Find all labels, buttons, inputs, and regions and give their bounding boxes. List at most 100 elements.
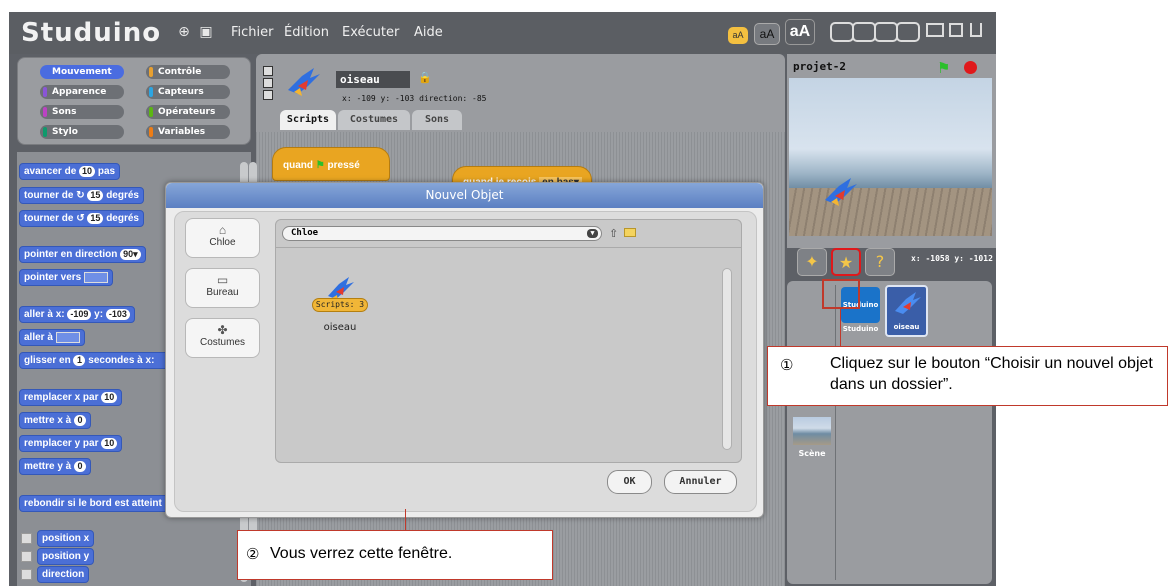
location-bureau[interactable]: ▭ Bureau: [185, 268, 260, 308]
sprite-thumb-oiseau[interactable]: oiseau: [885, 285, 928, 337]
parent-folder-icon[interactable]: ⇧: [609, 227, 618, 240]
small-stage-icon[interactable]: [926, 23, 944, 37]
block-text: remplacer y par: [24, 438, 99, 449]
block-text: position x: [42, 533, 90, 544]
block-input[interactable]: 90▾: [120, 249, 141, 260]
font-small-button[interactable]: aA: [728, 27, 748, 44]
block-turn-left[interactable]: tourner de ↺ 15 degrés: [19, 210, 144, 227]
stage-bird-sprite[interactable]: [823, 174, 859, 208]
folder-star-icon: ★: [838, 253, 854, 272]
category-looks[interactable]: Apparence: [40, 85, 124, 99]
block-text: mettre x à: [24, 415, 72, 426]
block-turn-right[interactable]: tourner de ↻ 15 degrés: [19, 187, 144, 204]
category-operators[interactable]: Opérateurs: [146, 105, 230, 119]
sprite-name-field[interactable]: oiseau: [336, 71, 410, 88]
block-move-steps[interactable]: avancer de 10 pas: [19, 163, 121, 180]
block-input[interactable]: 0: [74, 461, 87, 472]
lock-icon[interactable]: 🔒: [418, 71, 432, 84]
block-dropdown[interactable]: [84, 271, 109, 283]
rotate-style-none-icon[interactable]: [263, 90, 273, 100]
block-text: tourner de: [24, 190, 74, 201]
save-icon[interactable]: ▣: [199, 25, 213, 39]
block-set-y[interactable]: remplacer y par 10: [19, 435, 123, 452]
callout-text: Vous verrez cette fenêtre.: [270, 545, 453, 562]
block-text: aller à: [24, 332, 53, 343]
choose-sprite-from-folder-button[interactable]: ★: [831, 248, 861, 276]
star-icon: ✦: [805, 252, 819, 271]
category-motion[interactable]: Mouvement: [40, 65, 124, 79]
block-text: pointer vers: [24, 272, 82, 283]
globe-icon[interactable]: ⊕: [177, 25, 191, 39]
block-input[interactable]: 10: [101, 438, 118, 449]
stamp-tool-icon[interactable]: [830, 22, 854, 42]
paint-new-sprite-button[interactable]: ✦: [797, 248, 827, 276]
path-text: Chloe: [291, 228, 319, 238]
block-input[interactable]: 10: [101, 392, 118, 403]
checkbox-direction[interactable]: [21, 569, 32, 580]
block-input[interactable]: 0: [74, 415, 87, 426]
tab-sounds[interactable]: Sons: [412, 110, 462, 130]
callout-line: [405, 509, 406, 530]
category-control[interactable]: Contrôle: [146, 65, 230, 79]
cancel-button[interactable]: Annuler: [664, 470, 737, 494]
rotate-right-icon: ↻: [76, 190, 85, 201]
path-dropdown[interactable]: Chloe ▼: [282, 226, 602, 241]
block-text: avancer de: [24, 166, 77, 177]
category-label: Mouvement: [52, 67, 112, 77]
category-sound[interactable]: Sons: [40, 105, 124, 119]
category-pen[interactable]: Stylo: [40, 125, 124, 139]
presentation-mode-icon[interactable]: [970, 23, 982, 37]
grow-tool-icon[interactable]: [874, 22, 898, 42]
tab-scripts[interactable]: Scripts: [280, 110, 336, 130]
block-input[interactable]: 1: [73, 355, 86, 366]
random-sprite-button[interactable]: ?: [865, 248, 895, 276]
green-flag-icon[interactable]: ⚑: [937, 59, 950, 77]
block-point-direction[interactable]: pointer en direction 90▾: [19, 246, 146, 263]
dropdown-arrow-icon: ▼: [587, 229, 598, 238]
block-y-zero[interactable]: mettre y à 0: [19, 458, 92, 475]
stage-label: Scène: [798, 449, 826, 458]
category-sensing[interactable]: Capteurs: [146, 85, 230, 99]
stage-canvas[interactable]: [789, 78, 992, 236]
sprite-label: Studuino: [842, 325, 879, 333]
block-set-x[interactable]: remplacer x par 10: [19, 389, 123, 406]
checkbox-position-x[interactable]: [21, 533, 32, 544]
menu-help[interactable]: Aide: [414, 25, 443, 40]
cut-tool-icon[interactable]: [852, 22, 876, 42]
checkbox-position-y[interactable]: [21, 551, 32, 562]
rotate-style-full-icon[interactable]: [263, 66, 273, 76]
file-item-oiseau[interactable]: Scripts: 3 oiseau: [312, 274, 368, 344]
stage-thumbnail[interactable]: [793, 417, 831, 445]
block-direction[interactable]: direction: [37, 566, 90, 583]
menu-run[interactable]: Exécuter: [342, 25, 399, 40]
shrink-tool-icon[interactable]: [896, 22, 920, 42]
category-label: Sons: [52, 107, 77, 117]
hat-green-flag-block[interactable]: quand ⚑ pressé: [272, 147, 390, 181]
rotate-style-flip-icon[interactable]: [263, 78, 273, 88]
font-large-button[interactable]: aA: [785, 19, 815, 45]
category-variables[interactable]: Variables: [146, 125, 230, 139]
block-input[interactable]: 15: [87, 213, 104, 224]
tab-costumes[interactable]: Costumes: [338, 110, 410, 130]
block-input[interactable]: 15: [87, 190, 104, 201]
block-dropdown[interactable]: [55, 331, 80, 343]
normal-stage-icon[interactable]: [949, 23, 963, 37]
block-goto[interactable]: aller à: [19, 329, 85, 346]
menu-file[interactable]: Fichier: [231, 25, 274, 40]
block-goto-xy[interactable]: aller à x: -109 y: -103: [19, 306, 135, 323]
file-scrollbar[interactable]: [722, 268, 732, 450]
block-input[interactable]: -109: [67, 309, 92, 320]
location-costumes[interactable]: ✤ Costumes: [185, 318, 260, 358]
font-medium-button[interactable]: aA: [754, 23, 780, 45]
block-input[interactable]: 10: [79, 166, 96, 177]
block-x-zero[interactable]: mettre x à 0: [19, 412, 92, 429]
location-chloe[interactable]: ⌂ Chloe: [185, 218, 260, 258]
menu-edit[interactable]: Édition: [284, 25, 329, 40]
block-point-towards[interactable]: pointer vers: [19, 269, 114, 286]
stop-sign-icon[interactable]: [964, 61, 977, 74]
block-position-y[interactable]: position y: [37, 548, 95, 565]
new-folder-icon[interactable]: [624, 228, 636, 237]
ok-button[interactable]: OK: [607, 470, 652, 494]
block-position-x[interactable]: position x: [37, 530, 95, 547]
block-input[interactable]: -103: [105, 309, 130, 320]
